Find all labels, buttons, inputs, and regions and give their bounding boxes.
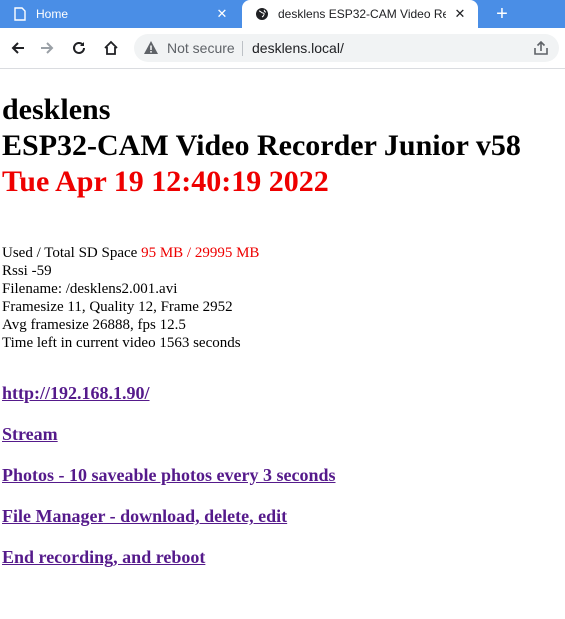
home-icon — [104, 40, 118, 55]
filename-line: Filename: /desklens2.001.avi — [2, 281, 178, 297]
home-button[interactable] — [99, 36, 123, 60]
divider — [242, 41, 243, 56]
link-photos[interactable]: Photos - 10 saveable photos every 3 seco… — [2, 465, 562, 486]
warning-icon[interactable] — [143, 40, 159, 56]
page-hostname: desklens — [2, 93, 111, 126]
tab-title: desklens ESP32-CAM Video Reco — [278, 7, 446, 21]
page-content: desklens ESP32-CAM Video Recorder Junior… — [2, 92, 562, 588]
security-label[interactable]: Not secure — [167, 40, 235, 56]
file-icon — [12, 6, 28, 22]
sd-space-label: Used / Total SD Space — [2, 245, 138, 261]
link-ip-address[interactable]: http://192.168.1.90/ — [2, 383, 562, 404]
sd-space-value: 95 MB / 29995 MB — [141, 245, 260, 261]
page-datetime: Tue Apr 19 12:40:19 2022 — [2, 165, 329, 198]
new-tab-button[interactable]: + — [490, 3, 514, 25]
url-text[interactable]: desklens.local/ — [252, 40, 344, 56]
status-info: Used / Total SD Space 95 MB / 29995 MB R… — [2, 244, 562, 352]
browser-toolbar: Not secure desklens.local/ — [0, 28, 565, 69]
tab-title: Home — [36, 7, 69, 21]
tab-home[interactable]: Home ✕ — [0, 0, 240, 28]
close-icon[interactable]: ✕ — [214, 6, 230, 22]
back-arrow-icon — [11, 42, 24, 54]
link-stream[interactable]: Stream — [2, 424, 562, 445]
reload-button[interactable] — [67, 36, 91, 60]
time-left-line: Time left in current video 1563 seconds — [2, 335, 241, 351]
link-list: http://192.168.1.90/ Stream Photos - 10 … — [2, 383, 562, 568]
close-icon[interactable]: ✕ — [452, 6, 468, 22]
sd-space-line: Used / Total SD Space 95 MB / 29995 MB — [2, 244, 562, 262]
address-bar[interactable]: Not secure desklens.local/ — [134, 34, 559, 62]
forward-button[interactable] — [35, 36, 59, 60]
back-button[interactable] — [6, 36, 30, 60]
frame-info-line: Framesize 11, Quality 12, Frame 2952 — [2, 299, 233, 315]
tab-desklens[interactable]: desklens ESP32-CAM Video Reco ✕ — [242, 0, 478, 28]
reload-icon — [73, 41, 85, 54]
forward-arrow-icon — [41, 42, 54, 54]
share-icon[interactable] — [533, 40, 549, 56]
avg-info-line: Avg framesize 26888, fps 12.5 — [2, 317, 186, 333]
page-title: ESP32-CAM Video Recorder Junior v58 — [2, 129, 521, 162]
globe-icon — [254, 6, 270, 22]
rssi-line: Rssi -59 — [2, 263, 52, 279]
link-end-recording[interactable]: End recording, and reboot — [2, 547, 562, 568]
link-file-manager[interactable]: File Manager - download, delete, edit — [2, 506, 562, 527]
tab-strip: Home ✕ desklens ESP32-CAM Video Reco ✕ + — [0, 0, 565, 28]
